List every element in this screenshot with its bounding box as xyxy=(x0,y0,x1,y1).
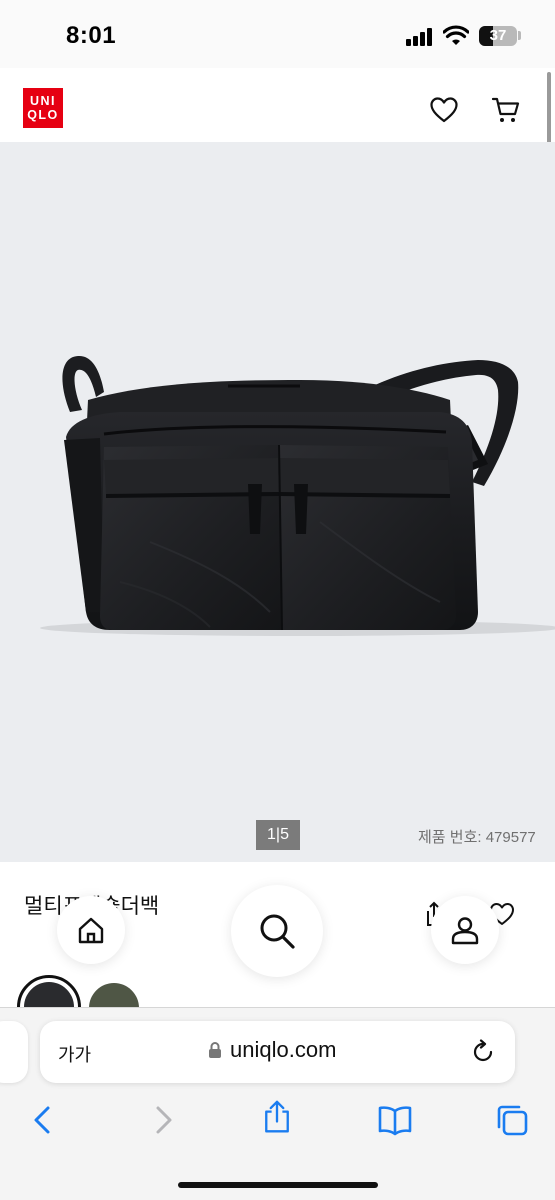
chevron-left-icon[interactable] xyxy=(26,1103,60,1137)
lock-icon xyxy=(209,1042,221,1058)
chevron-right-icon[interactable] xyxy=(146,1103,180,1137)
logo-line-2: QLO xyxy=(27,108,59,122)
home-icon xyxy=(78,917,104,944)
search-icon xyxy=(260,914,295,949)
account-button[interactable] xyxy=(431,896,499,964)
user-icon xyxy=(451,917,479,945)
tabs-icon[interactable] xyxy=(495,1103,529,1137)
heart-icon[interactable] xyxy=(429,96,459,124)
wifi-icon xyxy=(443,25,469,45)
status-time: 8:01 xyxy=(66,22,117,49)
battery-level: 37 xyxy=(489,27,507,44)
url-text[interactable]: uniqlo.com xyxy=(230,1037,336,1063)
battery-cap xyxy=(518,31,521,40)
cart-icon[interactable] xyxy=(491,95,521,125)
status-bar: 8:01 37 xyxy=(0,0,555,68)
battery-icon: 37 xyxy=(479,26,517,46)
cellular-signal-icon xyxy=(406,28,432,46)
image-pager: 1|5 xyxy=(256,820,300,850)
share-icon[interactable] xyxy=(260,1100,294,1134)
logo-line-1: UNI xyxy=(29,94,57,108)
search-button[interactable] xyxy=(231,885,323,977)
book-icon[interactable] xyxy=(378,1103,412,1137)
previous-tab-preview[interactable] xyxy=(0,1021,28,1083)
address-bar[interactable]: 가가 uniqlo.com xyxy=(40,1021,515,1083)
uniqlo-logo[interactable]: UNI QLO xyxy=(23,88,63,128)
product-image[interactable] xyxy=(0,142,555,862)
home-button[interactable] xyxy=(57,896,125,964)
text-size-button[interactable]: 가가 xyxy=(58,1041,91,1067)
shoulder-bag-image xyxy=(40,355,555,636)
reload-icon[interactable] xyxy=(470,1039,496,1065)
product-number: 제품 번호: 479577 xyxy=(418,829,536,846)
site-header: UNI QLO xyxy=(0,68,555,142)
home-indicator xyxy=(178,1182,378,1188)
